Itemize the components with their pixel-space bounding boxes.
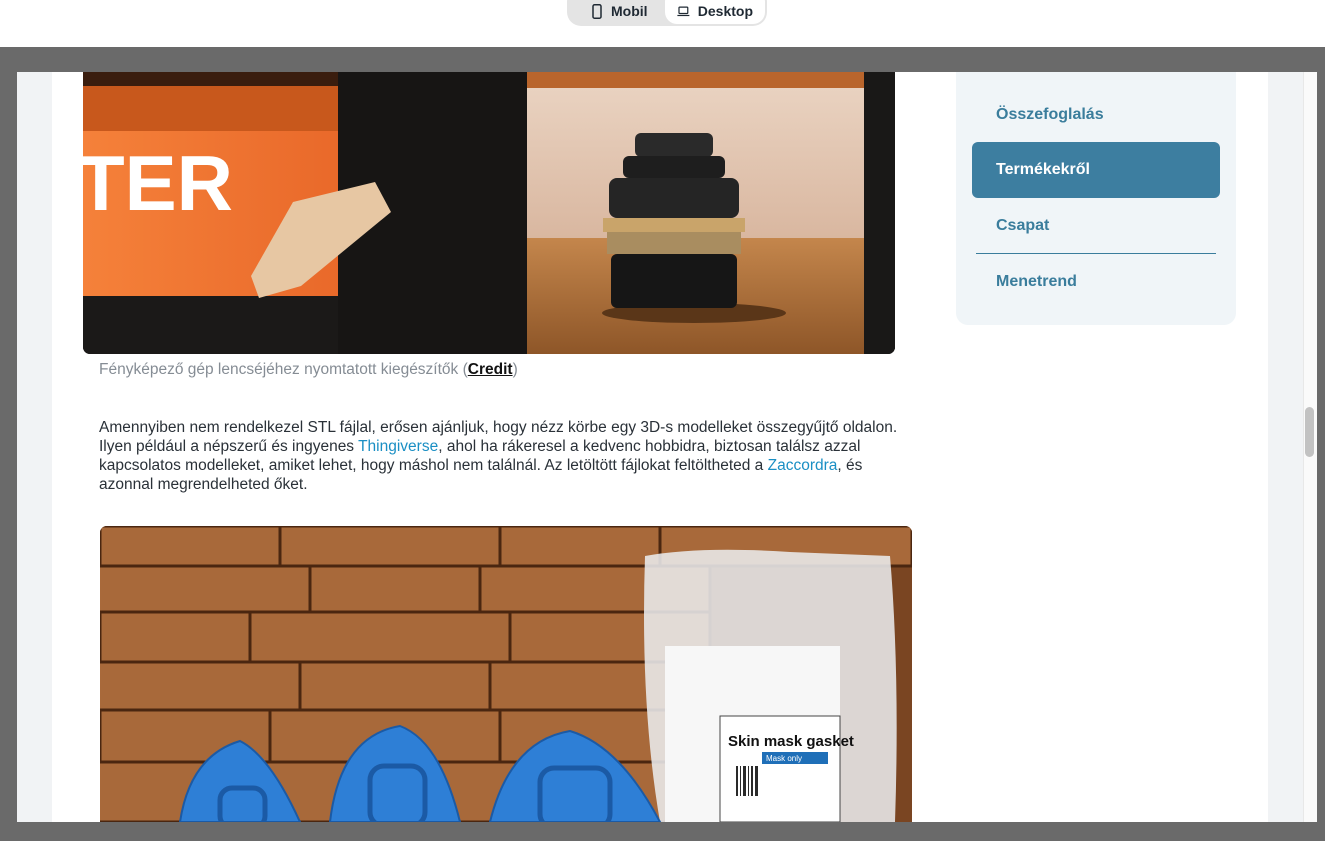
table-of-contents: Összefoglalás Termékekről Csapat Menetre… <box>956 72 1236 325</box>
poster-text: TER <box>83 139 233 227</box>
toc-item-menetrend[interactable]: Menetrend <box>972 254 1220 310</box>
desktop-button[interactable]: Desktop <box>665 0 765 24</box>
desktop-label: Desktop <box>697 3 753 19</box>
gasket-label-title: Skin mask gasket <box>728 733 854 750</box>
scrollbar-thumb[interactable] <box>1305 407 1314 457</box>
toc-item-termekekrol[interactable]: Termékekről <box>972 142 1220 198</box>
thingiverse-link[interactable]: Thingiverse <box>358 438 438 455</box>
article-paragraph: Amennyiben nem rendelkezel STL fájlal, e… <box>99 418 919 494</box>
gasket-label-small: Mask only <box>766 754 802 763</box>
toc-label: Csapat <box>996 217 1050 234</box>
caption-end: ) <box>512 361 518 378</box>
toc-label: Termékekről <box>996 161 1090 178</box>
laptop-icon <box>677 6 690 16</box>
mobil-label: Mobil <box>611 3 648 19</box>
credit-link[interactable]: Credit <box>468 361 513 378</box>
toc-item-csapat[interactable]: Csapat <box>972 198 1220 254</box>
article-image-masks: Skin mask gasket Mask only <box>100 526 912 822</box>
preview-toolbar: Mobil Desktop <box>0 0 1325 47</box>
lens-photo: TER <box>83 72 895 354</box>
image-caption: Fényképező gép lencséjéhez nyomtatott ki… <box>99 361 518 379</box>
mask-photo: Skin mask gasket Mask only <box>100 526 912 822</box>
toc-label: Menetrend <box>996 273 1077 290</box>
caption-text: Fényképező gép lencséjéhez nyomtatott ki… <box>99 361 468 378</box>
toc-label: Összefoglalás <box>996 106 1104 123</box>
article-image-lens: TER <box>83 72 895 354</box>
device-toggle: Mobil Desktop <box>567 0 767 26</box>
mobile-phone-icon <box>592 3 602 19</box>
zaccordra-link[interactable]: Zaccordra <box>768 457 838 474</box>
toc-item-osszefoglalas[interactable]: Összefoglalás <box>972 87 1220 143</box>
mobil-button[interactable]: Mobil <box>579 0 660 24</box>
frame-bottom <box>0 822 1325 841</box>
